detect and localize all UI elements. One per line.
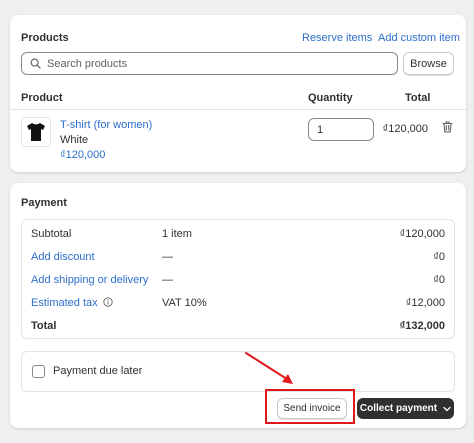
shipping-amount: ₫0 bbox=[433, 274, 445, 286]
browse-button[interactable]: Browse bbox=[403, 52, 454, 75]
product-variant: White bbox=[60, 134, 89, 146]
payment-due-later-label[interactable]: Payment due later bbox=[53, 365, 142, 377]
add-shipping-link[interactable]: Add shipping or delivery bbox=[31, 274, 148, 286]
header-divider bbox=[10, 109, 466, 110]
product-search-field[interactable] bbox=[21, 52, 398, 75]
collect-payment-label[interactable]: Collect payment bbox=[360, 403, 437, 414]
reserve-items-link[interactable]: Reserve items bbox=[302, 32, 372, 44]
line-total: ₫120,000 bbox=[382, 123, 428, 135]
product-thumbnail bbox=[21, 117, 51, 147]
product-price-link[interactable]: ₫120,000 bbox=[60, 149, 105, 161]
column-header-product: Product bbox=[21, 92, 63, 104]
shipping-value: — bbox=[162, 274, 173, 286]
subtotal-label: Subtotal bbox=[31, 228, 72, 240]
trash-icon[interactable] bbox=[442, 121, 453, 133]
tshirt-icon bbox=[27, 123, 45, 141]
discount-value: — bbox=[162, 251, 173, 263]
summary-row-tax: Estimated tax VAT 10% ₫12,000 bbox=[22, 297, 454, 313]
column-header-quantity: Quantity bbox=[308, 92, 353, 104]
info-icon[interactable] bbox=[103, 297, 113, 307]
payment-due-later-section: Payment due later bbox=[21, 351, 455, 392]
summary-row-total: Total ₫132,000 bbox=[22, 320, 454, 336]
payment-title: Payment bbox=[21, 197, 67, 209]
quantity-input[interactable] bbox=[309, 119, 373, 140]
products-title: Products bbox=[21, 32, 69, 44]
send-invoice-button[interactable]: Send invoice bbox=[277, 398, 347, 419]
total-label: Total bbox=[31, 320, 57, 332]
search-icon bbox=[30, 58, 41, 69]
subtotal-items: 1 item bbox=[162, 228, 192, 240]
payment-card: Payment Subtotal 1 item ₫120,000 Add dis… bbox=[10, 183, 466, 428]
tax-amount: ₫12,000 bbox=[405, 297, 445, 309]
estimated-tax-label[interactable]: Estimated tax bbox=[31, 297, 98, 309]
products-card: Products Reserve items Add custom item B… bbox=[10, 15, 466, 172]
add-custom-item-link[interactable]: Add custom item bbox=[378, 32, 460, 44]
summary-row-shipping: Add shipping or delivery — ₫0 bbox=[22, 274, 454, 290]
column-header-total: Total bbox=[405, 92, 431, 104]
product-name-link[interactable]: T-shirt (for women) bbox=[60, 119, 152, 131]
payment-due-later-checkbox[interactable] bbox=[32, 365, 45, 378]
chevron-down-icon[interactable] bbox=[443, 406, 451, 412]
tax-rate: VAT 10% bbox=[162, 297, 207, 309]
total-amount: ₫132,000 bbox=[399, 320, 445, 332]
summary-row-discount: Add discount — ₫0 bbox=[22, 251, 454, 267]
collect-payment-button[interactable]: Collect payment bbox=[357, 398, 454, 419]
estimated-tax-link[interactable]: Estimated tax bbox=[31, 297, 113, 309]
add-discount-link[interactable]: Add discount bbox=[31, 251, 95, 263]
search-input[interactable] bbox=[47, 57, 367, 70]
summary-row-subtotal: Subtotal 1 item ₫120,000 bbox=[22, 228, 454, 244]
subtotal-amount: ₫120,000 bbox=[399, 228, 445, 240]
discount-amount: ₫0 bbox=[433, 251, 445, 263]
payment-summary: Subtotal 1 item ₫120,000 Add discount — … bbox=[21, 219, 455, 339]
quantity-field[interactable] bbox=[308, 118, 374, 141]
